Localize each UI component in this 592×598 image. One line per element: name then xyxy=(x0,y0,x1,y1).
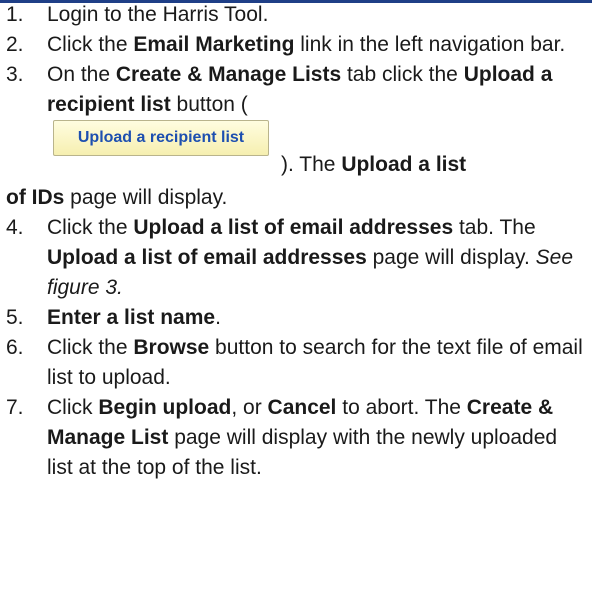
step-7: 7. Click Begin upload, or Cancel to abor… xyxy=(0,393,592,483)
step-text: link in the left navigation bar. xyxy=(294,33,566,56)
enter-list-name-term: Enter a list name xyxy=(47,306,216,329)
instruction-list: 1. Login to the Harris Tool. 2. Click th… xyxy=(0,0,592,483)
step-6: 6. Click the Browse button to search for… xyxy=(0,333,592,393)
step-number: 3. xyxy=(6,63,24,86)
step-text: , or xyxy=(231,396,268,419)
cancel-term: Cancel xyxy=(267,396,337,419)
step-text: page will display. xyxy=(366,246,536,269)
step-continuation: of IDs page will display. xyxy=(6,183,586,213)
step-text: . xyxy=(215,306,221,329)
step-number: 1. xyxy=(6,3,24,26)
step-text: On the xyxy=(47,63,116,86)
upload-recipient-list-button[interactable]: Upload a recipient list xyxy=(53,120,269,156)
step-text: page will display. xyxy=(64,186,228,209)
step-text: Click xyxy=(47,396,99,419)
step-5: 5. Enter a list name. xyxy=(0,303,592,333)
button-illustration-line: Upload a recipient list ). The Upload a … xyxy=(47,120,586,183)
upload-email-addresses-page-term: Upload a list of email addresses xyxy=(47,246,367,269)
step-text: ). The xyxy=(281,153,342,176)
step-4: 4. Click the Upload a list of email addr… xyxy=(0,213,592,303)
step-text-line: ). The Upload a list xyxy=(281,150,466,180)
create-manage-lists-term: Create & Manage Lists xyxy=(115,63,342,86)
step-text: Click the xyxy=(47,336,134,359)
step-text: Click the xyxy=(47,33,134,56)
step-text: tab. The xyxy=(453,216,536,239)
step-number: 7. xyxy=(6,396,24,419)
begin-upload-term: Begin upload xyxy=(98,396,232,419)
step-1: 1. Login to the Harris Tool. xyxy=(0,0,592,30)
of-ids-term: of IDs xyxy=(6,186,65,209)
step-number: 6. xyxy=(6,336,24,359)
step-text: Login to the Harris Tool. xyxy=(47,3,269,26)
step-number: 4. xyxy=(6,216,24,239)
step-text: tab click the xyxy=(341,63,464,86)
upload-a-list-term: Upload a list xyxy=(341,153,467,176)
step-text: Click the xyxy=(47,216,134,239)
step-3: 3. On the Create & Manage Lists tab clic… xyxy=(0,60,592,213)
browse-term: Browse xyxy=(133,336,210,359)
step-number: 5. xyxy=(6,306,24,329)
step-number: 2. xyxy=(6,33,24,56)
upload-email-addresses-tab-term: Upload a list of email addresses xyxy=(133,216,454,239)
step-text: to abort. The xyxy=(336,396,467,419)
email-marketing-term: Email Marketing xyxy=(133,33,295,56)
step-2: 2. Click the Email Marketing link in the… xyxy=(0,30,592,60)
step-text: button ( xyxy=(170,93,248,116)
